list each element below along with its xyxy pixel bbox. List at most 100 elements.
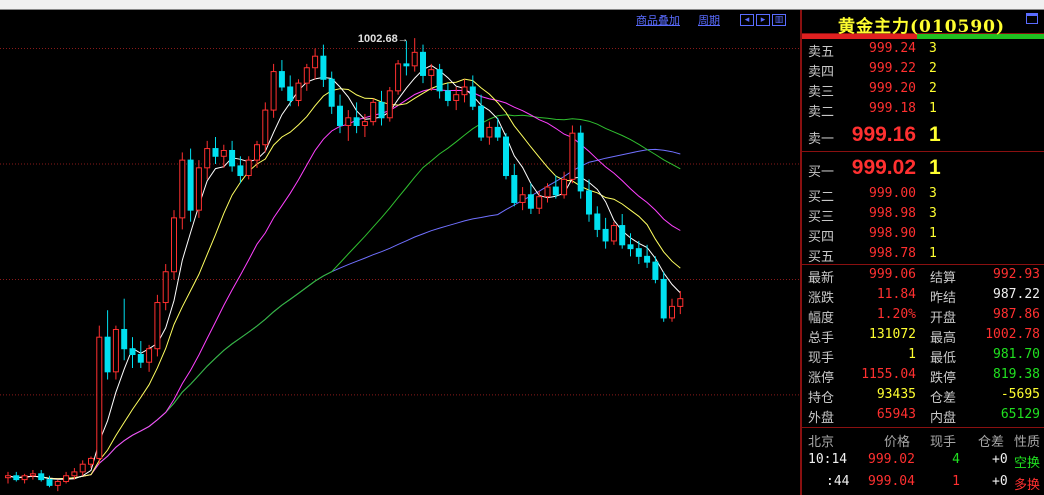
ask-level-volume: 2 [929, 81, 937, 96]
candle-body [561, 178, 568, 196]
quote-row: 最新 999.06 结算 992.93 [802, 265, 1044, 286]
quote-table: 最新 999.06 结算 992.93 涨跌 11.84 昨结 987.22 幅度 1.20% 开盘… [802, 265, 1044, 426]
quote-row: 涨跌 11.84 昨结 987.22 [802, 285, 1044, 306]
candle-body [171, 217, 177, 273]
candle-body [610, 225, 617, 242]
high-price-label: 1002.68→ [358, 33, 409, 45]
ask-level-price: 999.18 [869, 101, 916, 116]
tick-nature: 空换 [1014, 456, 1041, 471]
ask-level-volume: 1 [929, 101, 937, 116]
candle-body [494, 126, 501, 138]
kline-chart[interactable]: 1002.68→ [0, 10, 800, 495]
candle-body [486, 126, 493, 138]
candle-body [652, 261, 659, 280]
quote-value: 93435 [876, 387, 916, 402]
bid-level[interactable]: 买三 998.98 3 [802, 204, 1044, 225]
bid-level[interactable]: 买二 999.00 3 [802, 184, 1044, 205]
quote-value: 981.70 [993, 347, 1040, 362]
bid-level-price: 999.00 [869, 186, 916, 201]
candle-body [287, 86, 294, 101]
candle-body [627, 244, 634, 250]
bid-level-volume: 1 [929, 226, 937, 241]
candle-body [237, 165, 244, 177]
ask-level-price: 999.16 [851, 123, 916, 146]
ask-level[interactable]: 卖二 999.18 1 [802, 99, 1044, 120]
candle-body [270, 71, 277, 111]
prev-period-icon[interactable]: ◂ [740, 14, 754, 26]
candle-body [420, 51, 426, 76]
bid-level[interactable]: 买五 998.78 1 [802, 244, 1044, 265]
ask-level[interactable]: 卖五 999.24 3 [802, 39, 1044, 60]
bid-level-price: 998.78 [869, 246, 916, 261]
ask-level[interactable]: 卖一 999.16 1 [802, 119, 1044, 151]
bid-level-volume: 3 [929, 206, 937, 221]
candle-body [104, 336, 111, 373]
tick-list[interactable]: 10:14 999.02 4 +0 空换:44 999.04 1 +0 多换 [802, 448, 1044, 493]
ask-level-volume: 1 [929, 123, 941, 146]
candle-body [403, 63, 410, 67]
panel-title-row: 黄金主力(010590) [802, 10, 1044, 37]
overlay-link[interactable]: 商品叠加 [636, 12, 680, 28]
quote-value: 999.06 [869, 267, 916, 282]
quote-value: 65129 [1000, 407, 1040, 422]
quote-value: 987.86 [993, 307, 1040, 322]
candle-body [361, 121, 368, 126]
ma60-line [7, 148, 681, 480]
candle-body [577, 132, 584, 192]
candle-body [337, 105, 343, 126]
period-link[interactable]: 周期 [698, 12, 720, 28]
candle-body [478, 105, 485, 138]
tick-oi-change: +0 [992, 452, 1008, 467]
quote-row: 涨停 1155.04 跌停 819.38 [802, 365, 1044, 386]
tick-row[interactable]: 10:14 999.02 4 +0 空换 [802, 448, 1044, 471]
candle-body [677, 298, 684, 307]
bid-level-volume: 3 [929, 186, 937, 201]
quote-value: 1002.78 [985, 327, 1040, 342]
bid-levels: 买一 999.02 1 买二 999.00 3 买三 998.98 3 买四 998.90 1 买五 99… [802, 152, 1044, 265]
quote-value: 131072 [869, 327, 916, 342]
candle-body [96, 336, 103, 459]
candle-body [428, 69, 435, 76]
candle-body [79, 463, 86, 473]
candle-body [38, 473, 45, 481]
ask-level[interactable]: 卖四 999.22 2 [802, 59, 1044, 80]
ask-level-volume: 3 [929, 41, 937, 56]
maximize-icon[interactable] [1026, 13, 1038, 24]
quote-row: 外盘 65943 内盘 65129 [802, 405, 1044, 426]
candle-body [146, 348, 153, 363]
bid-level-volume: 1 [929, 246, 937, 261]
candle-body [635, 248, 642, 257]
candle-body [295, 82, 302, 101]
tick-price: 999.04 [868, 474, 915, 489]
candle-body [129, 348, 136, 356]
bid-level[interactable]: 买一 999.02 1 [802, 152, 1044, 184]
candle-body [503, 136, 509, 177]
candle-body [154, 302, 161, 350]
bid-level[interactable]: 买四 998.90 1 [802, 224, 1044, 245]
next-period-icon[interactable]: ▸ [756, 14, 770, 26]
ask-levels: 卖五 999.24 3 卖四 999.22 2 卖三 999.20 2 卖二 999.18 1 卖一 99… [802, 39, 1044, 151]
quote-row: 总手 131072 最高 1002.78 [802, 325, 1044, 346]
quote-value: 11.84 [876, 287, 916, 302]
candle-body [411, 51, 418, 67]
kline-chart-svg: 1002.68→ [0, 33, 800, 492]
candle-body [602, 228, 609, 242]
tick-row[interactable]: :44 999.04 1 +0 多换 [802, 470, 1044, 493]
candle-body [436, 69, 443, 92]
candle-body [536, 196, 543, 209]
candle-body [195, 167, 202, 211]
tick-nature: 多换 [1014, 478, 1041, 493]
ma5-line [7, 64, 681, 480]
candle-body [5, 475, 11, 479]
candle-body [112, 328, 119, 373]
candle-body [29, 473, 36, 477]
ask-level-price: 999.20 [869, 81, 916, 96]
ask-level[interactable]: 卖三 999.20 2 [802, 79, 1044, 100]
quote-panel: 黄金主力(010590) 卖五 999.24 3 卖四 999.22 2 卖三 999.20 2… [800, 10, 1044, 495]
candle-body [552, 186, 559, 196]
panel-toggle-icon[interactable]: ▥ [772, 14, 786, 26]
candle-body [262, 109, 269, 146]
quote-value: 1155.04 [861, 367, 916, 382]
window-title-bar [0, 0, 1044, 10]
candle-body [527, 194, 534, 209]
